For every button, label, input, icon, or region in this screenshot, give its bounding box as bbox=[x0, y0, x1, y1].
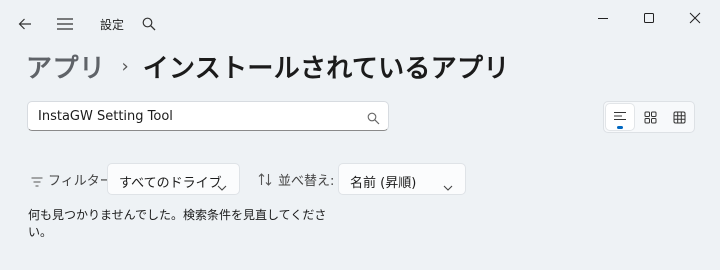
close-icon bbox=[689, 12, 701, 24]
title-bar: 設定 bbox=[0, 0, 720, 48]
grid-view-button[interactable] bbox=[636, 104, 664, 130]
chevron-down-icon bbox=[217, 176, 227, 195]
maximize-icon bbox=[644, 13, 654, 23]
app-search-input[interactable]: InstaGW Setting Tool bbox=[27, 101, 389, 131]
back-arrow-icon bbox=[18, 18, 31, 30]
titlebar-search-button[interactable] bbox=[135, 10, 163, 38]
table-view-button[interactable] bbox=[665, 104, 693, 130]
no-results-message: 何も見つかりませんでした。検索条件を見直してください。 bbox=[28, 208, 327, 239]
grid-view-icon bbox=[644, 111, 656, 123]
table-view-icon bbox=[673, 111, 685, 123]
minimize-icon bbox=[598, 18, 608, 19]
sort-label: 並べ替え: bbox=[278, 174, 335, 189]
search-input-value[interactable]: InstaGW Setting Tool bbox=[38, 109, 173, 124]
search-icon[interactable] bbox=[367, 110, 380, 129]
view-toggle-group bbox=[603, 101, 695, 133]
filter-icon bbox=[31, 172, 43, 191]
window-title: 設定 bbox=[100, 18, 125, 32]
back-button[interactable] bbox=[11, 10, 39, 38]
close-button[interactable] bbox=[672, 4, 718, 32]
breadcrumb-separator: › bbox=[121, 55, 129, 77]
list-view-icon bbox=[614, 111, 626, 121]
breadcrumb: アプリ › インストールされているアプリ bbox=[26, 46, 510, 86]
maximize-button[interactable] bbox=[626, 4, 672, 32]
sort-icon bbox=[258, 171, 272, 190]
page-title: インストールされているアプリ bbox=[142, 53, 510, 84]
chevron-down-icon bbox=[443, 176, 453, 195]
filter-dropdown[interactable]: すべてのドライブ bbox=[107, 163, 240, 195]
filter-value: すべてのドライブ bbox=[119, 176, 222, 191]
list-view-button[interactable] bbox=[606, 104, 634, 130]
search-icon bbox=[142, 17, 156, 31]
menu-button[interactable] bbox=[51, 10, 79, 38]
minimize-button[interactable] bbox=[580, 4, 626, 32]
breadcrumb-apps-link[interactable]: アプリ bbox=[26, 48, 106, 85]
hamburger-menu-icon bbox=[57, 18, 73, 30]
sort-dropdown[interactable]: 名前 (昇順) bbox=[338, 163, 466, 195]
active-view-indicator bbox=[617, 126, 623, 129]
sort-value: 名前 (昇順) bbox=[350, 176, 417, 191]
